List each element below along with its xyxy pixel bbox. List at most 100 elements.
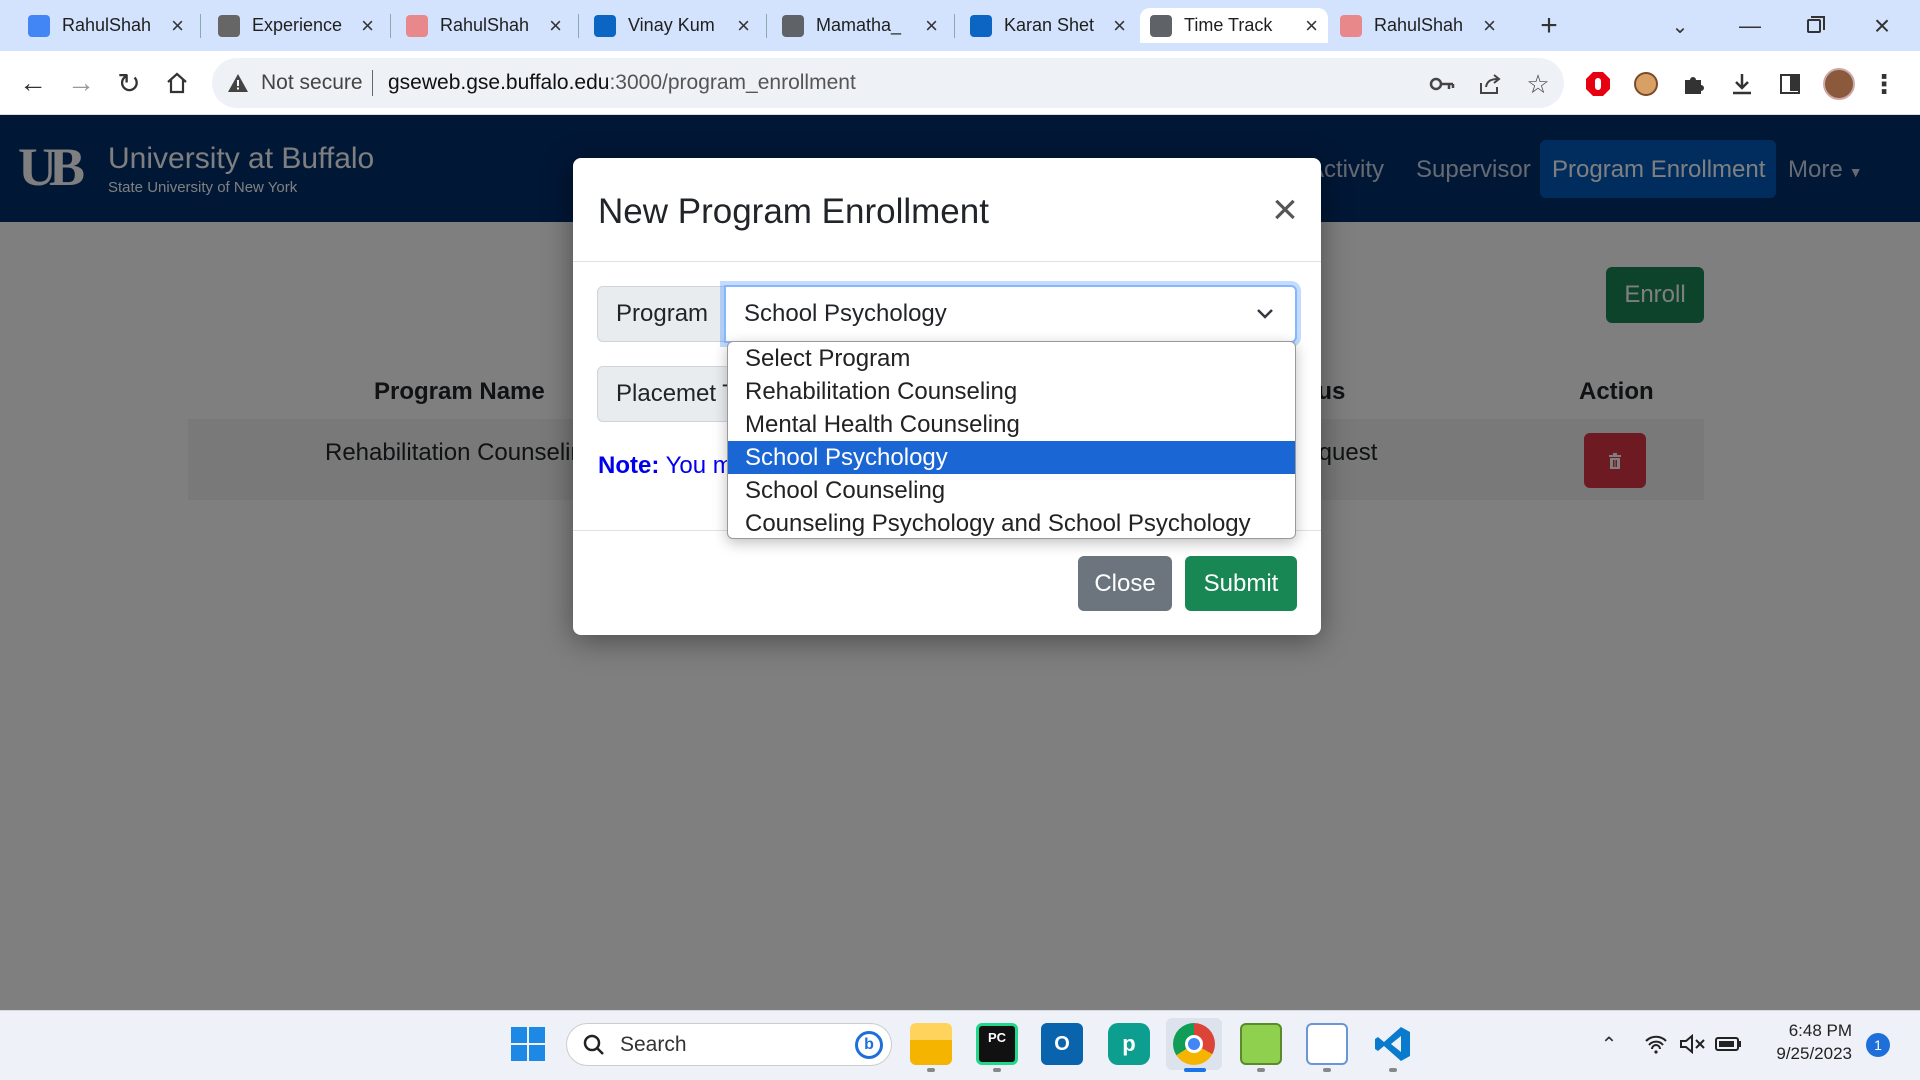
download-icon[interactable] — [1728, 70, 1756, 98]
tab-title: RahulShah — [62, 15, 152, 35]
modal-header-divider — [573, 261, 1321, 262]
extensions-puzzle-icon[interactable] — [1680, 70, 1708, 98]
taskbar — [0, 1010, 1920, 1080]
restore-icon[interactable] — [1794, 8, 1834, 44]
bing-icon[interactable]: b — [854, 1030, 884, 1060]
openai-icon — [218, 14, 240, 37]
battery-icon[interactable] — [1714, 1030, 1744, 1058]
placement-label: Placemet T — [597, 366, 737, 422]
file-explorer-icon[interactable] — [910, 1023, 952, 1065]
modal-title: New Program Enrollment — [598, 192, 989, 231]
tab-close-icon[interactable]: × — [549, 13, 562, 39]
docs-icon — [28, 14, 50, 37]
browser-tab[interactable]: Vinay Kum × — [584, 8, 760, 43]
option-rehabilitation-counseling[interactable]: Rehabilitation Counseling — [728, 375, 1295, 408]
clock-date[interactable]: 9/25/2023 — [1752, 1044, 1852, 1064]
browser-tab[interactable]: Experience × — [208, 8, 384, 43]
program-select[interactable]: School Psychology — [724, 285, 1297, 343]
taskbar-search[interactable] — [566, 1023, 892, 1066]
tab-separator — [578, 14, 579, 38]
security-label[interactable]: Not secure — [261, 70, 363, 96]
window-close-icon[interactable]: × — [1862, 8, 1902, 44]
note-label: Note: — [598, 452, 660, 479]
avatar-extension-icon[interactable] — [1632, 70, 1660, 98]
browser-menu-icon[interactable]: ⋮ — [1870, 68, 1898, 100]
taskbar-search-placeholder: Search — [620, 1033, 687, 1056]
browser-tab[interactable]: Time Track × — [1140, 8, 1328, 43]
tab-search-icon[interactable]: ⌄ — [1662, 8, 1698, 44]
program-select-value: School Psychology — [744, 300, 947, 327]
reload-icon[interactable]: ↻ — [110, 64, 148, 102]
notification-badge[interactable]: 1 — [1866, 1033, 1890, 1057]
notepad-plus-icon[interactable] — [1240, 1023, 1282, 1065]
profile-avatar[interactable] — [1823, 68, 1855, 100]
option-counseling-and-school-psychology[interactable]: Counseling Psychology and School Psychol… — [728, 507, 1295, 538]
placement-label-text: Placemet T — [616, 380, 737, 407]
tab-separator — [200, 14, 201, 38]
tab-title: Mamatha_ — [816, 15, 902, 35]
tab-title: RahulShah — [440, 15, 530, 35]
option-school-counseling[interactable]: School Counseling — [728, 474, 1295, 507]
volume-muted-icon[interactable] — [1678, 1030, 1708, 1058]
linkedin-icon — [594, 14, 616, 37]
tab-close-icon[interactable]: × — [1305, 13, 1318, 39]
browser-tab[interactable]: Mamatha_ × — [772, 8, 948, 43]
bookmark-star-icon[interactable]: ☆ — [1524, 69, 1552, 99]
url-text[interactable]: gseweb.gse.buffalo.edu:3000/program_enro… — [388, 70, 856, 96]
wifi-icon[interactable] — [1642, 1030, 1670, 1058]
globe-icon — [1150, 14, 1172, 37]
windows-start-icon[interactable] — [508, 1024, 548, 1064]
image-icon — [1340, 14, 1362, 37]
warning-icon[interactable] — [225, 70, 251, 96]
browser-tab[interactable]: RahulShah × — [1330, 8, 1506, 43]
new-tab-button[interactable]: + — [1530, 8, 1568, 44]
running-dot-pycharm — [993, 1068, 1001, 1072]
tab-close-icon[interactable]: × — [737, 13, 750, 39]
tab-close-icon[interactable]: × — [1483, 13, 1496, 39]
close-button[interactable]: Close — [1078, 556, 1172, 611]
note-body: You m — [665, 452, 733, 479]
running-dot-notepad — [1257, 1068, 1265, 1072]
outlook-icon[interactable]: O — [1041, 1023, 1083, 1065]
forward-icon[interactable]: → — [62, 64, 100, 102]
tab-close-icon[interactable]: × — [361, 13, 374, 39]
tab-title: Experience — [252, 15, 343, 35]
chrome-active-indicator — [1184, 1068, 1206, 1072]
back-icon[interactable]: ← — [14, 64, 52, 102]
globe-icon — [782, 14, 804, 37]
word-doc-icon[interactable] — [1306, 1023, 1348, 1065]
minimize-icon[interactable]: — — [1730, 8, 1770, 44]
clock-time[interactable]: 6:48 PM — [1766, 1021, 1852, 1041]
program-label-text: Program — [616, 300, 709, 327]
vscode-icon[interactable] — [1372, 1023, 1414, 1065]
key-icon[interactable] — [1428, 70, 1456, 98]
tab-separator — [390, 14, 391, 38]
app-p-icon[interactable]: p — [1108, 1023, 1150, 1065]
program-label: Program — [597, 286, 725, 342]
adblock-extension-icon[interactable] — [1584, 70, 1612, 98]
share-icon[interactable] — [1476, 70, 1504, 98]
modal-close-icon[interactable]: × — [1266, 185, 1304, 234]
running-dot-word — [1323, 1068, 1331, 1072]
browser-tab[interactable]: Karan Shet × — [960, 8, 1136, 43]
pycharm-icon[interactable]: PC — [976, 1023, 1018, 1065]
submit-button[interactable]: Submit — [1185, 556, 1297, 611]
browser-tab[interactable]: RahulShah × — [396, 8, 572, 43]
option-mental-health-counseling[interactable]: Mental Health Counseling — [728, 408, 1295, 441]
tray-chevron-up-icon[interactable]: ⌃ — [1596, 1030, 1622, 1058]
chevron-down-icon — [1252, 302, 1278, 324]
tab-close-icon[interactable]: × — [925, 13, 938, 39]
program-dropdown-list: Select Program Rehabilitation Counseling… — [727, 341, 1296, 539]
option-select-program[interactable]: Select Program — [728, 342, 1295, 375]
tab-title: Karan Shet — [1004, 15, 1095, 35]
chrome-icon[interactable] — [1173, 1023, 1215, 1065]
browser-tab[interactable]: RahulShah × — [18, 8, 194, 43]
side-panel-icon[interactable] — [1776, 70, 1804, 98]
tab-close-icon[interactable]: × — [171, 13, 184, 39]
option-school-psychology[interactable]: School Psychology — [728, 441, 1295, 474]
note-text: Note: You m — [598, 452, 733, 480]
tab-title: Time Track — [1184, 15, 1273, 35]
home-icon[interactable] — [158, 64, 196, 102]
tab-separator — [766, 14, 767, 38]
tab-close-icon[interactable]: × — [1113, 13, 1126, 39]
